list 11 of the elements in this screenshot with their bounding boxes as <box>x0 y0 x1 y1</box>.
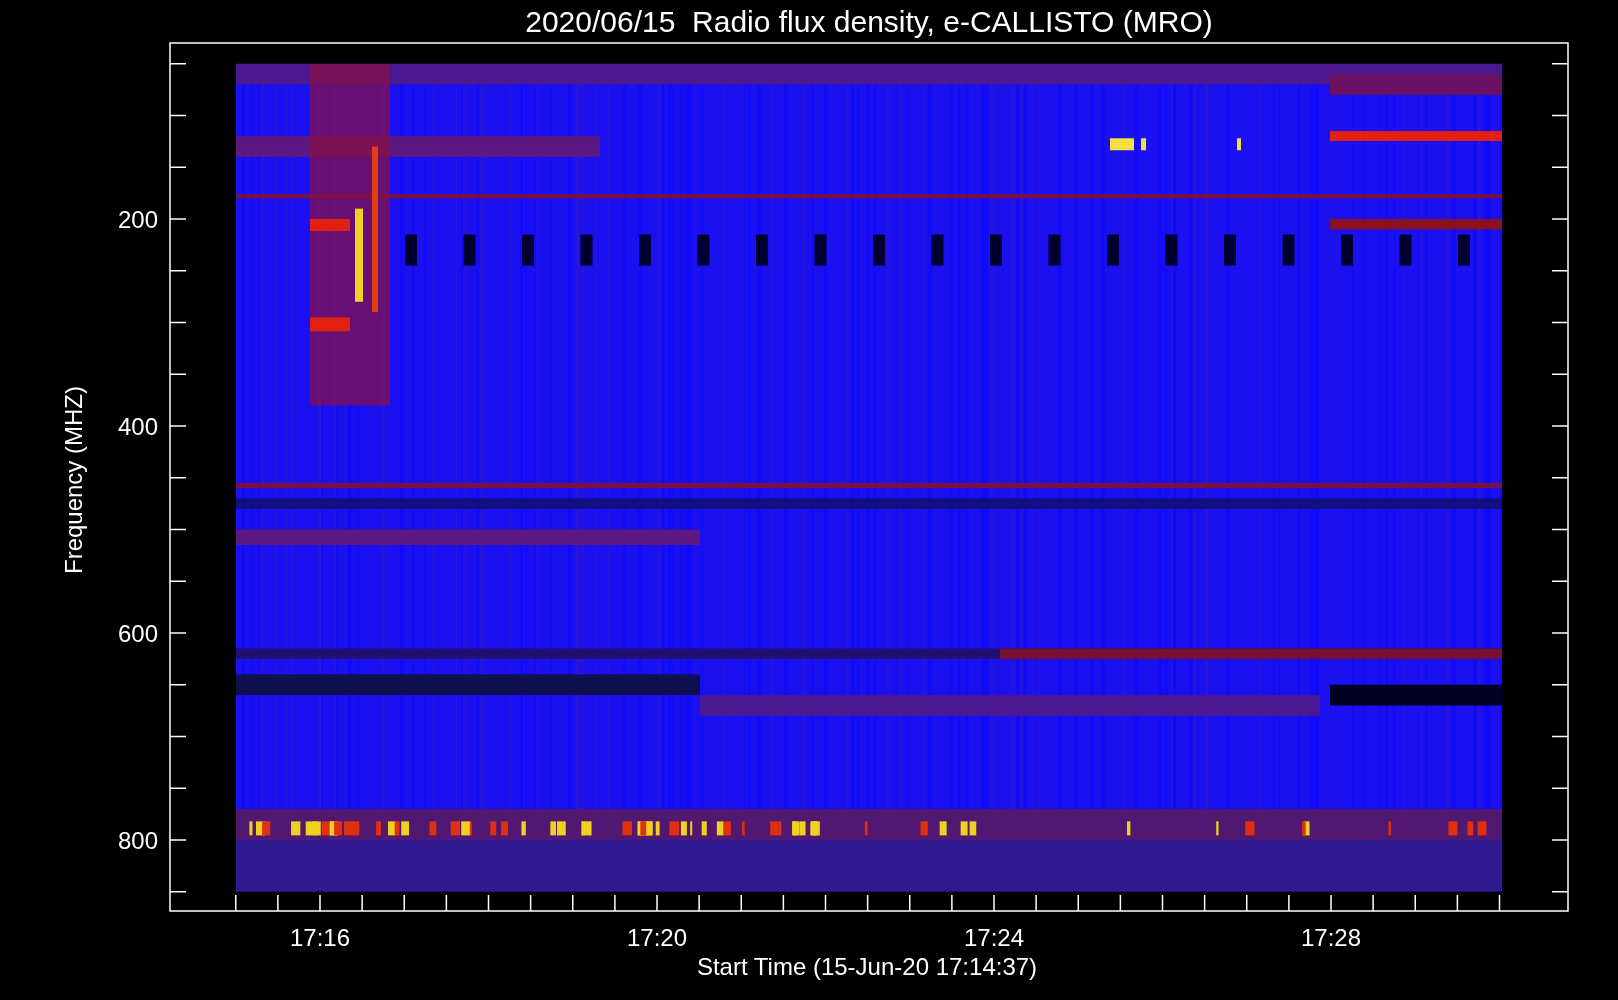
tick-label: 800 <box>117 827 158 854</box>
axis-label: Start Time (15-Jun-20 17:14:37) <box>696 953 1038 980</box>
chart-title: 2020/06/15 Radio flux density, e-CALLISTO (MRO) <box>525 5 1213 38</box>
tick-label: 17:28 <box>1300 924 1362 951</box>
tick-label: 17:24 <box>963 924 1025 951</box>
tick-label: 17:20 <box>626 924 688 951</box>
tick-label: 400 <box>117 413 158 440</box>
tick-label: 17:16 <box>289 924 351 951</box>
tick-label: 600 <box>117 620 158 647</box>
axis-label: Frequency (MHZ) <box>60 386 87 574</box>
tick-label: 200 <box>117 206 158 233</box>
